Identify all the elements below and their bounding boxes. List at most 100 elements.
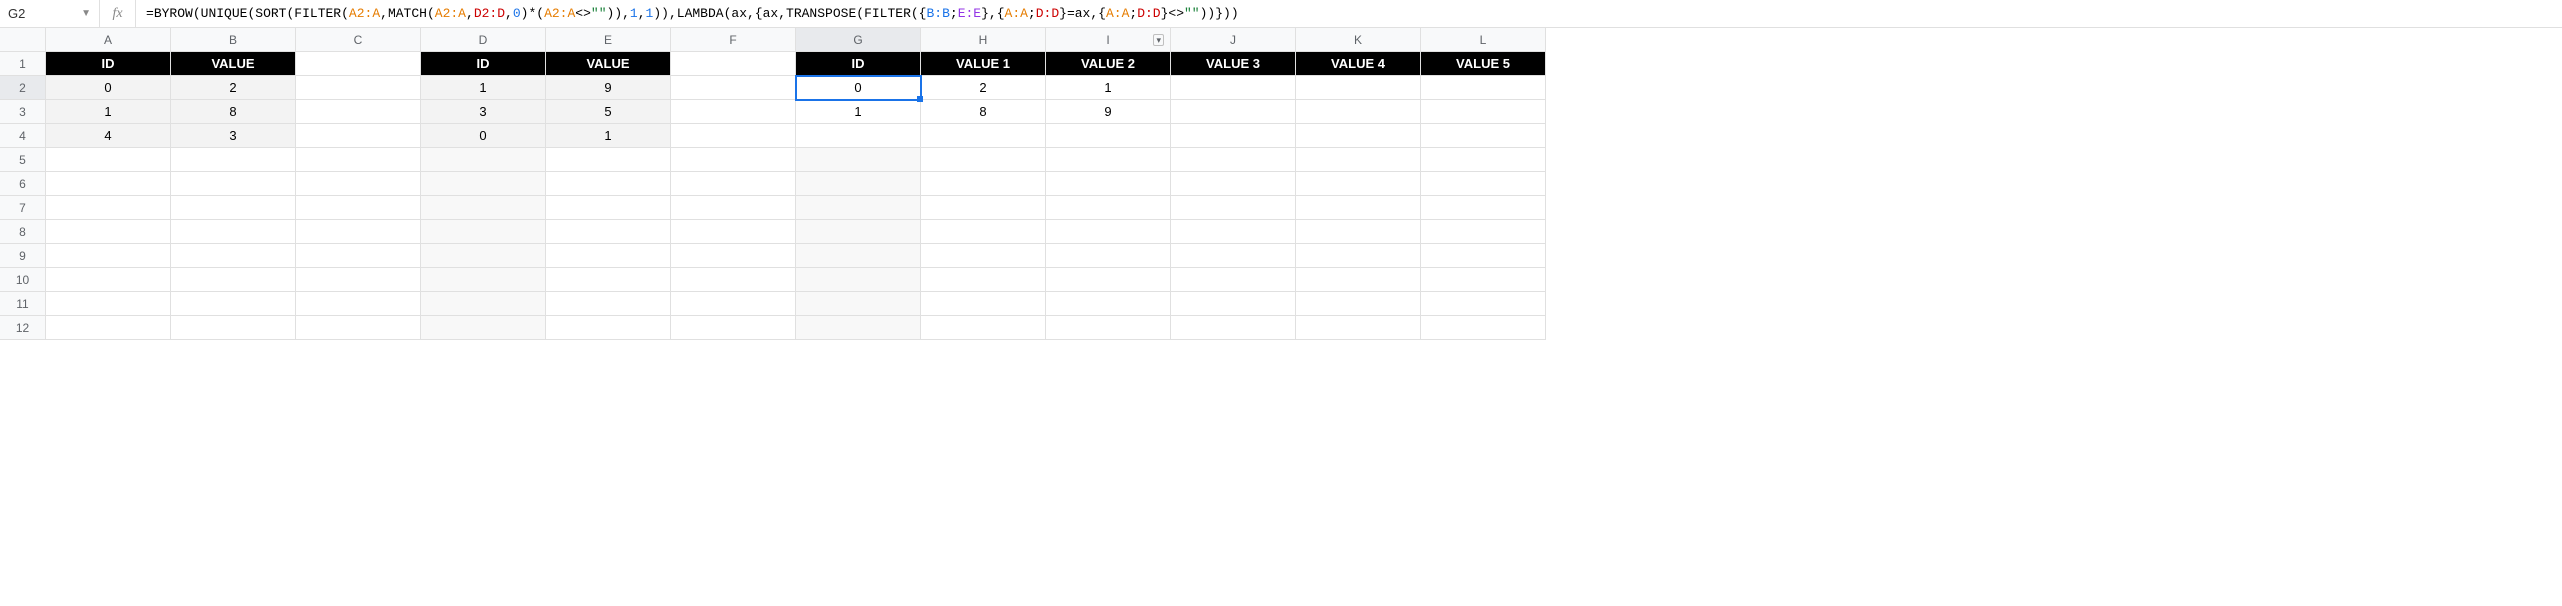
- fx-icon[interactable]: fx: [100, 0, 136, 27]
- cell-K9[interactable]: [1296, 244, 1421, 268]
- cell-I2[interactable]: 1: [1046, 76, 1171, 100]
- cell-D5[interactable]: [421, 148, 546, 172]
- cell-F2[interactable]: [671, 76, 796, 100]
- cell-H12[interactable]: [921, 316, 1046, 340]
- cell-E10[interactable]: [546, 268, 671, 292]
- cell-L5[interactable]: [1421, 148, 1546, 172]
- cell-E4[interactable]: 1: [546, 124, 671, 148]
- cell-D6[interactable]: [421, 172, 546, 196]
- cell-G6[interactable]: [796, 172, 921, 196]
- cell-G1[interactable]: ID: [796, 52, 921, 76]
- column-header-A[interactable]: A: [46, 28, 171, 52]
- cell-I7[interactable]: [1046, 196, 1171, 220]
- column-header-H[interactable]: H: [921, 28, 1046, 52]
- cell-F12[interactable]: [671, 316, 796, 340]
- cell-L12[interactable]: [1421, 316, 1546, 340]
- cell-I5[interactable]: [1046, 148, 1171, 172]
- cell-C5[interactable]: [296, 148, 421, 172]
- cell-H8[interactable]: [921, 220, 1046, 244]
- cell-I3[interactable]: 9: [1046, 100, 1171, 124]
- cell-L4[interactable]: [1421, 124, 1546, 148]
- cell-K11[interactable]: [1296, 292, 1421, 316]
- cell-J7[interactable]: [1171, 196, 1296, 220]
- cell-D11[interactable]: [421, 292, 546, 316]
- cell-B4[interactable]: 3: [171, 124, 296, 148]
- column-header-K[interactable]: K: [1296, 28, 1421, 52]
- cell-F4[interactable]: [671, 124, 796, 148]
- cell-B3[interactable]: 8: [171, 100, 296, 124]
- cell-C9[interactable]: [296, 244, 421, 268]
- cell-E9[interactable]: [546, 244, 671, 268]
- cell-L9[interactable]: [1421, 244, 1546, 268]
- row-header-12[interactable]: 12: [0, 316, 46, 340]
- cell-C7[interactable]: [296, 196, 421, 220]
- cell-J11[interactable]: [1171, 292, 1296, 316]
- row-header-2[interactable]: 2: [0, 76, 46, 100]
- cell-B5[interactable]: [171, 148, 296, 172]
- cell-A10[interactable]: [46, 268, 171, 292]
- cell-C10[interactable]: [296, 268, 421, 292]
- cell-K10[interactable]: [1296, 268, 1421, 292]
- cell-B7[interactable]: [171, 196, 296, 220]
- cell-G10[interactable]: [796, 268, 921, 292]
- cell-J5[interactable]: [1171, 148, 1296, 172]
- cell-F11[interactable]: [671, 292, 796, 316]
- cell-D12[interactable]: [421, 316, 546, 340]
- cell-A1[interactable]: ID: [46, 52, 171, 76]
- column-header-B[interactable]: B: [171, 28, 296, 52]
- row-header-1[interactable]: 1: [0, 52, 46, 76]
- row-header-3[interactable]: 3: [0, 100, 46, 124]
- cell-G8[interactable]: [796, 220, 921, 244]
- cell-L3[interactable]: [1421, 100, 1546, 124]
- cell-C8[interactable]: [296, 220, 421, 244]
- cell-H10[interactable]: [921, 268, 1046, 292]
- cell-L11[interactable]: [1421, 292, 1546, 316]
- formula-input[interactable]: =BYROW(UNIQUE(SORT(FILTER(A2:A,MATCH(A2:…: [136, 0, 2562, 27]
- column-header-G[interactable]: G: [796, 28, 921, 52]
- cell-D2[interactable]: 1: [421, 76, 546, 100]
- cell-I8[interactable]: [1046, 220, 1171, 244]
- cell-A12[interactable]: [46, 316, 171, 340]
- cell-F10[interactable]: [671, 268, 796, 292]
- cell-I6[interactable]: [1046, 172, 1171, 196]
- cell-H11[interactable]: [921, 292, 1046, 316]
- cell-G9[interactable]: [796, 244, 921, 268]
- cell-I1[interactable]: VALUE 2: [1046, 52, 1171, 76]
- cell-G2[interactable]: 0: [796, 76, 921, 100]
- cell-I4[interactable]: [1046, 124, 1171, 148]
- row-header-9[interactable]: 9: [0, 244, 46, 268]
- cell-D8[interactable]: [421, 220, 546, 244]
- cell-J6[interactable]: [1171, 172, 1296, 196]
- cell-A6[interactable]: [46, 172, 171, 196]
- cell-E7[interactable]: [546, 196, 671, 220]
- cell-F1[interactable]: [671, 52, 796, 76]
- cell-J8[interactable]: [1171, 220, 1296, 244]
- cell-E1[interactable]: VALUE: [546, 52, 671, 76]
- cell-E12[interactable]: [546, 316, 671, 340]
- cell-E3[interactable]: 5: [546, 100, 671, 124]
- cell-A11[interactable]: [46, 292, 171, 316]
- cell-J4[interactable]: [1171, 124, 1296, 148]
- row-header-5[interactable]: 5: [0, 148, 46, 172]
- cell-B1[interactable]: VALUE: [171, 52, 296, 76]
- row-header-6[interactable]: 6: [0, 172, 46, 196]
- cell-F3[interactable]: [671, 100, 796, 124]
- cell-A9[interactable]: [46, 244, 171, 268]
- cell-A3[interactable]: 1: [46, 100, 171, 124]
- column-header-L[interactable]: L: [1421, 28, 1546, 52]
- cell-L6[interactable]: [1421, 172, 1546, 196]
- cell-D7[interactable]: [421, 196, 546, 220]
- cell-B12[interactable]: [171, 316, 296, 340]
- cell-G3[interactable]: 1: [796, 100, 921, 124]
- column-header-C[interactable]: C: [296, 28, 421, 52]
- cell-D10[interactable]: [421, 268, 546, 292]
- cell-F9[interactable]: [671, 244, 796, 268]
- cell-A8[interactable]: [46, 220, 171, 244]
- row-header-8[interactable]: 8: [0, 220, 46, 244]
- cell-F6[interactable]: [671, 172, 796, 196]
- column-header-D[interactable]: D: [421, 28, 546, 52]
- cell-E11[interactable]: [546, 292, 671, 316]
- cell-J3[interactable]: [1171, 100, 1296, 124]
- select-all-corner[interactable]: [0, 28, 46, 52]
- cell-J9[interactable]: [1171, 244, 1296, 268]
